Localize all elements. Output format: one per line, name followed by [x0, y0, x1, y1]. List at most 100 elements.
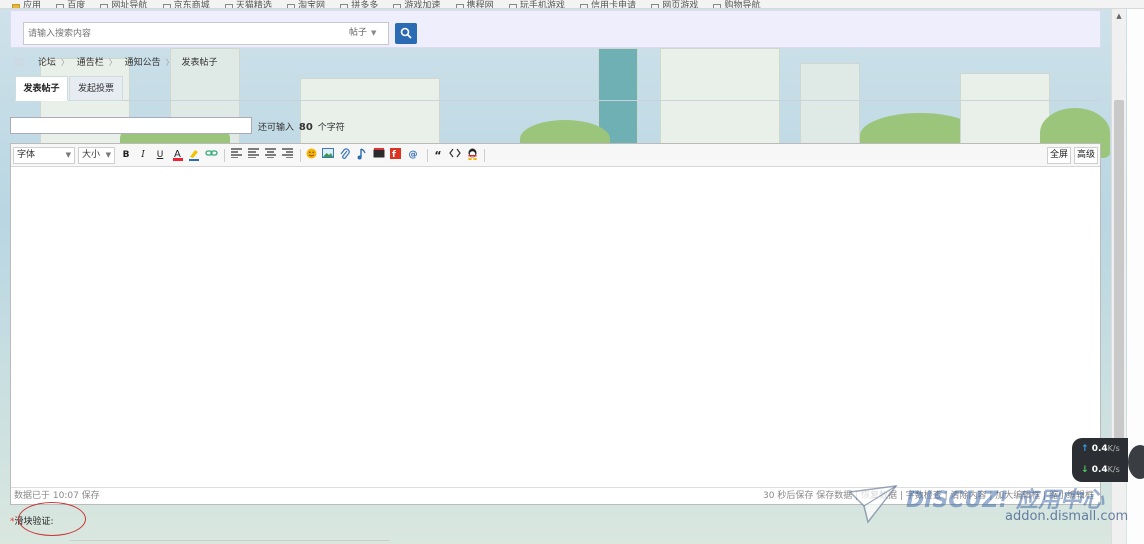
bookmark-item[interactable]: 拼多多: [340, 2, 378, 8]
bookmark-item[interactable]: 网页游戏: [651, 2, 698, 8]
editor-actions[interactable]: 30 秒后保存 保存数据 | 恢复数据 | 字数检查 | 清除内容 | 加大编辑…: [763, 488, 1094, 504]
italic-button[interactable]: I: [136, 148, 150, 163]
arrow-up-icon: ↑: [1081, 444, 1089, 454]
align-center-icon[interactable]: [263, 148, 277, 163]
bookmark-item[interactable]: 淘宝网: [287, 2, 325, 8]
at-icon[interactable]: @: [406, 148, 420, 163]
breadcrumb-separator: 〉: [108, 58, 117, 67]
chevron-down-icon: ▼: [105, 151, 111, 159]
bookmark-item[interactable]: 百度: [56, 2, 85, 8]
breadcrumb-separator: 〉: [165, 58, 174, 67]
bookmark-item[interactable]: 天猫精选: [224, 2, 272, 8]
search-input[interactable]: [23, 22, 343, 45]
search-button[interactable]: [395, 23, 417, 44]
video-icon[interactable]: [372, 148, 386, 163]
music-icon[interactable]: [355, 148, 369, 163]
bookmark-item[interactable]: 玩手机游戏: [508, 2, 565, 8]
post-title-input[interactable]: [10, 117, 252, 134]
font-family-select[interactable]: 字体 ▼: [13, 147, 75, 164]
counter-suffix: 个字符: [317, 123, 345, 133]
arrow-down-icon: ↓: [1081, 465, 1089, 475]
network-speed-widget[interactable]: ↑ 0.4K/s ↓ 0.4K/s: [1072, 438, 1128, 482]
chevron-down-icon: ▼: [371, 29, 377, 37]
bookmark-icon: [455, 4, 464, 8]
bookmark-item[interactable]: 购物导航: [713, 2, 760, 8]
upload-value: 0.4: [1091, 444, 1108, 454]
font-size-label: 大小: [82, 150, 101, 160]
breadcrumb: 论坛〉 通告栏〉 通知公告〉 发表帖子: [14, 55, 218, 68]
flash-icon[interactable]: f: [388, 148, 402, 163]
align-right-icon[interactable]: [280, 148, 294, 163]
breadcrumb-item[interactable]: 通知公告: [125, 58, 161, 68]
align-left2-icon[interactable]: [246, 148, 260, 163]
toolbar-divider: [427, 149, 428, 162]
editor-toolbar: 字体 ▼ 大小 ▼ B I U A f @ “ 全屏 高级: [11, 144, 1100, 167]
bookmark-icon: [12, 4, 20, 8]
search-bar: 帖子▼: [10, 10, 1101, 48]
watermark-site: addon.dismall.com: [1005, 509, 1129, 524]
code-icon[interactable]: [448, 148, 462, 163]
bottom-cutoff-border: [70, 540, 390, 544]
bookmark-item[interactable]: 网址导航: [100, 2, 147, 8]
search-icon: [400, 27, 412, 39]
upload-speed: ↑ 0.4K/s: [1081, 444, 1120, 454]
bookmark-icon: [162, 4, 171, 8]
toolbar-divider: [484, 149, 485, 162]
breadcrumb-separator: 〉: [60, 58, 69, 67]
link-icon[interactable]: [204, 148, 218, 163]
bookmark-icon: [713, 4, 722, 8]
font-family-label: 字体: [17, 150, 36, 160]
breadcrumb-item[interactable]: 论坛: [38, 58, 56, 68]
bookmark-item[interactable]: 应用: [12, 2, 41, 8]
bookmark-item[interactable]: 信用卡申请: [580, 2, 636, 8]
font-size-select[interactable]: 大小 ▼: [78, 147, 115, 164]
advanced-mode-button[interactable]: 高级: [1074, 147, 1099, 164]
download-value: 0.4: [1091, 465, 1108, 475]
tab-new-poll[interactable]: 发起投票: [69, 76, 123, 101]
download-speed: ↓ 0.4K/s: [1081, 465, 1120, 475]
scroll-up-arrow-icon[interactable]: ▲: [1114, 12, 1124, 20]
breadcrumb-current: 发表帖子: [181, 58, 218, 68]
bookmark-icon: [508, 4, 517, 8]
bookmark-icon: [100, 4, 109, 8]
bookmark-icon: [56, 4, 65, 8]
align-left-icon[interactable]: [229, 148, 243, 163]
counter-remaining: 80: [298, 122, 313, 133]
fullscreen-button[interactable]: 全屏: [1047, 147, 1072, 164]
bookmark-icon: [393, 4, 402, 8]
bookmark-icon: [224, 4, 233, 8]
tab-new-post[interactable]: 发表帖子: [15, 76, 68, 101]
background-color-icon[interactable]: [187, 148, 201, 163]
counter-prefix: 还可输入: [258, 123, 295, 133]
scrollbar-thumb[interactable]: [1114, 100, 1124, 480]
bookmark-item[interactable]: 携程网: [455, 2, 494, 8]
download-unit: K/s: [1107, 465, 1120, 474]
toolbar-divider: [224, 149, 225, 162]
chevron-down-icon: ▼: [65, 151, 71, 159]
home-icon[interactable]: [14, 58, 24, 67]
search-type-select[interactable]: 帖子 ▼: [342, 22, 389, 45]
tabs-divider: [10, 100, 1100, 101]
annotation-circle: [18, 502, 86, 536]
bookmark-icon: [580, 4, 589, 8]
editor-status-bar: 数据已于 10:07 保存 30 秒后保存 保存数据 | 恢复数据 | 字数检查…: [11, 487, 1100, 504]
bookmark-item[interactable]: 游戏加速: [393, 2, 440, 8]
title-char-counter: 还可输入 80 个字符: [258, 120, 345, 133]
font-color-icon[interactable]: A: [171, 148, 185, 163]
quote-icon[interactable]: “: [431, 148, 445, 163]
editor-content-area[interactable]: [11, 167, 1100, 487]
breadcrumb-item[interactable]: 通告栏: [77, 58, 104, 68]
bookmark-item[interactable]: 京东商城: [162, 2, 210, 8]
toolbar-divider: [300, 149, 301, 162]
attachment-icon[interactable]: [338, 148, 352, 163]
svg-text:f: f: [392, 150, 396, 159]
qq-icon[interactable]: [465, 148, 479, 163]
upload-unit: K/s: [1107, 444, 1120, 453]
bold-button[interactable]: B: [119, 148, 133, 163]
emoji-icon[interactable]: [304, 148, 318, 163]
rich-text-editor: 字体 ▼ 大小 ▼ B I U A f @ “ 全屏 高级 数据已于 10:07 保…: [10, 143, 1101, 505]
bookmark-icon: [340, 4, 349, 8]
image-icon[interactable]: [321, 148, 335, 163]
underline-button[interactable]: U: [153, 148, 167, 163]
browser-bookmarks-bar: 应用 百度 网址导航 京东商城 天猫精选 淘宝网 拼多多 游戏加速 携程网 玩手…: [0, 0, 1144, 9]
